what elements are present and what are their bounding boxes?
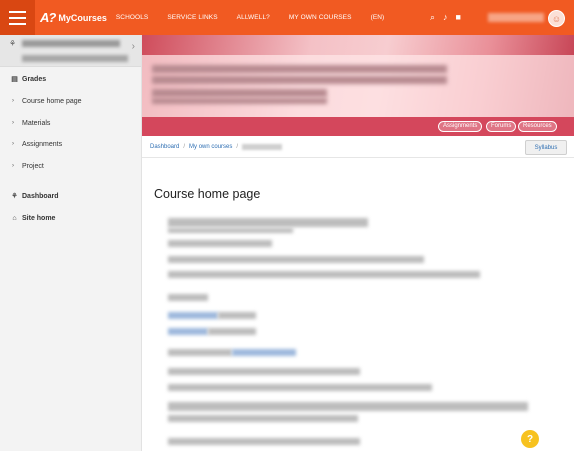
chevron-right-icon: › (12, 163, 14, 169)
breadcrumb-current-redacted (242, 143, 283, 150)
redacted-text-line (168, 294, 208, 301)
redacted-text-line (168, 349, 232, 356)
sidebar-item-course-home-page[interactable]: › Course home page (0, 93, 142, 109)
help-button[interactable]: ? (521, 430, 539, 448)
banner-subtitle-redacted (152, 98, 327, 104)
redacted-text-line (168, 438, 360, 445)
hamburger-menu-icon[interactable] (0, 0, 35, 35)
redacted-link[interactable] (232, 349, 296, 356)
sidebar-item-assignments[interactable]: › Assignments (0, 136, 142, 152)
banner-title-redacted (152, 76, 447, 84)
nav-service-links[interactable]: SERVICE LINKS (167, 14, 217, 21)
sidebar-item-label: Course home page (22, 97, 82, 105)
user-name-redacted[interactable] (488, 13, 544, 22)
home-icon: ⌂ (12, 214, 17, 222)
sidebar-item-label: Project (22, 162, 44, 170)
breadcrumb-separator: / (183, 143, 186, 150)
sidebar-item-project[interactable]: › Project (0, 158, 142, 174)
chevron-right-icon[interactable]: › (132, 41, 135, 52)
redacted-text-line (168, 256, 424, 263)
course-selector[interactable]: ⚘ › (0, 35, 141, 67)
logo-mark: A? (40, 10, 56, 25)
redacted-text-line (168, 228, 293, 233)
course-banner: Assignments Forums Resources (142, 35, 574, 136)
banner-subtitle-redacted (152, 89, 327, 97)
sidebar-item-label: Materials (22, 119, 51, 127)
course-name-redacted (22, 40, 120, 47)
nav-allwell[interactable]: ALLWELL? (237, 14, 270, 21)
breadcrumb-my-own-courses[interactable]: My own courses (189, 144, 232, 150)
search-icon[interactable]: ⌕ (430, 12, 435, 22)
page-title: Course home page (154, 187, 261, 201)
breadcrumb-separator: / (236, 143, 239, 150)
table-icon: ▤ (11, 76, 18, 83)
course-icon: ⚘ (9, 39, 17, 48)
breadcrumb-dashboard[interactable]: Dashboard (150, 144, 179, 150)
redacted-link[interactable] (168, 328, 208, 335)
resources-button[interactable]: Resources (518, 121, 557, 132)
sidebar-item-label: Grades (22, 75, 47, 83)
nav-my-own-courses[interactable]: MY OWN COURSES (289, 14, 352, 21)
redacted-text-line (168, 415, 358, 422)
sidebar: ⚘ › ▤ Grades › Course home page › Materi… (0, 35, 142, 451)
sidebar-item-materials[interactable]: › Materials (0, 115, 142, 131)
redacted-link[interactable] (168, 312, 218, 319)
logo[interactable]: A? MyCourses (40, 10, 107, 25)
redacted-text-line (168, 402, 528, 411)
redacted-text-line (208, 328, 256, 335)
redacted-text-line (168, 218, 368, 227)
sidebar-item-label: Site home (22, 214, 56, 222)
sidebar-item-site-home[interactable]: ⌂ Site home (0, 210, 142, 226)
nav-schools[interactable]: SCHOOLS (116, 14, 149, 21)
main-nav: SCHOOLS SERVICE LINKS ALLWELL? MY OWN CO… (116, 14, 403, 21)
chevron-right-icon: › (12, 120, 14, 126)
assignments-button[interactable]: Assignments (438, 121, 483, 132)
redacted-text-line (168, 384, 432, 391)
avatar[interactable]: ☺ (548, 10, 565, 27)
top-bar: A? MyCourses SCHOOLS SERVICE LINKS ALLWE… (0, 0, 574, 35)
chevron-right-icon: › (12, 98, 14, 104)
logo-name: MyCourses (58, 12, 107, 23)
breadcrumb: Dashboard / My own courses / (142, 136, 574, 158)
sidebar-item-grades[interactable]: ▤ Grades (0, 71, 142, 87)
nav-language[interactable]: (EN) (371, 14, 385, 21)
redacted-text-line (168, 368, 360, 375)
redacted-text-line (168, 271, 480, 278)
sidebar-item-label: Dashboard (22, 192, 59, 200)
sidebar-item-dashboard[interactable]: ⚘ Dashboard (0, 188, 142, 204)
syllabus-button[interactable]: Syllabus (525, 140, 567, 155)
course-code-redacted (22, 55, 128, 62)
dashboard-icon: ⚘ (11, 193, 18, 200)
forums-button[interactable]: Forums (486, 121, 517, 132)
banner-title-redacted (152, 65, 447, 73)
redacted-text-line (168, 240, 272, 247)
chevron-right-icon: › (12, 141, 14, 147)
bell-icon[interactable]: ♪ (443, 12, 448, 22)
sidebar-item-label: Assignments (22, 140, 63, 148)
chat-icon[interactable]: ■ (456, 12, 461, 22)
top-icons: ⌕ ♪ ■ (430, 12, 461, 22)
redacted-text-line (218, 312, 256, 319)
